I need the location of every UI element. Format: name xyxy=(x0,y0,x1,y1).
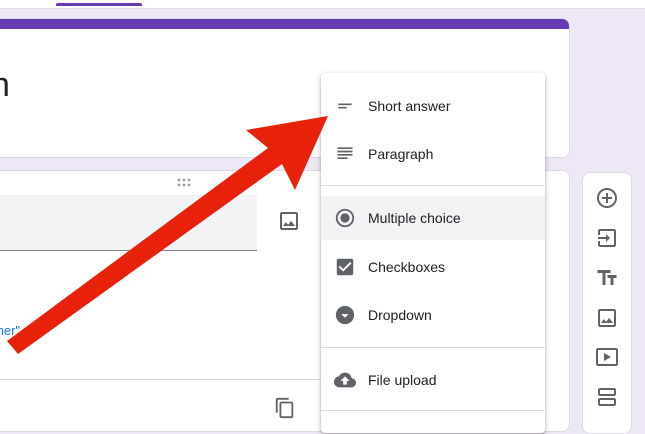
menu-item-label: Paragraph xyxy=(368,146,434,162)
floating-toolbar xyxy=(582,172,632,434)
menu-item-file-upload[interactable]: File upload xyxy=(321,358,545,402)
menu-item-label: File upload xyxy=(368,372,437,388)
add-title-icon[interactable] xyxy=(595,266,619,290)
short-answer-icon xyxy=(334,95,356,117)
menu-item-label: Short answer xyxy=(368,98,451,114)
paragraph-icon xyxy=(334,143,356,165)
menu-item-multiple-choice[interactable]: Multiple choice xyxy=(321,196,545,240)
question-title-input[interactable] xyxy=(0,195,257,251)
add-question-icon[interactable] xyxy=(595,186,619,210)
menu-item-checkboxes[interactable]: Checkboxes xyxy=(321,245,545,289)
menu-divider xyxy=(321,410,545,411)
radio-button-icon xyxy=(334,207,356,229)
checkbox-icon xyxy=(334,256,356,278)
title-card-accent-bar xyxy=(0,19,569,29)
menu-item-short-answer[interactable]: Short answer xyxy=(321,84,545,128)
active-tab-indicator xyxy=(56,3,142,6)
card-divider xyxy=(0,379,321,380)
add-other-link[interactable]: ther" xyxy=(0,323,20,338)
menu-divider xyxy=(321,185,545,186)
cloud-upload-icon xyxy=(334,369,356,391)
add-video-icon[interactable] xyxy=(595,345,619,369)
menu-item-paragraph[interactable]: Paragraph xyxy=(321,132,545,176)
drag-handle-icon[interactable] xyxy=(177,178,193,188)
question-type-menu: Short answer Paragraph Multiple choice C… xyxy=(321,73,545,433)
menu-item-label: Dropdown xyxy=(368,307,432,323)
add-image-icon[interactable] xyxy=(595,306,619,330)
add-image-icon[interactable] xyxy=(277,209,301,233)
menu-item-dropdown[interactable]: Dropdown xyxy=(321,293,545,337)
top-tab-bar xyxy=(0,0,645,9)
add-section-icon[interactable] xyxy=(595,385,619,409)
dropdown-circle-icon xyxy=(334,304,356,326)
form-title[interactable]: n xyxy=(0,65,10,105)
menu-item-label: Checkboxes xyxy=(368,259,446,275)
menu-item-label: Multiple choice xyxy=(368,210,461,226)
import-questions-icon[interactable] xyxy=(595,226,619,250)
menu-divider xyxy=(321,347,545,348)
